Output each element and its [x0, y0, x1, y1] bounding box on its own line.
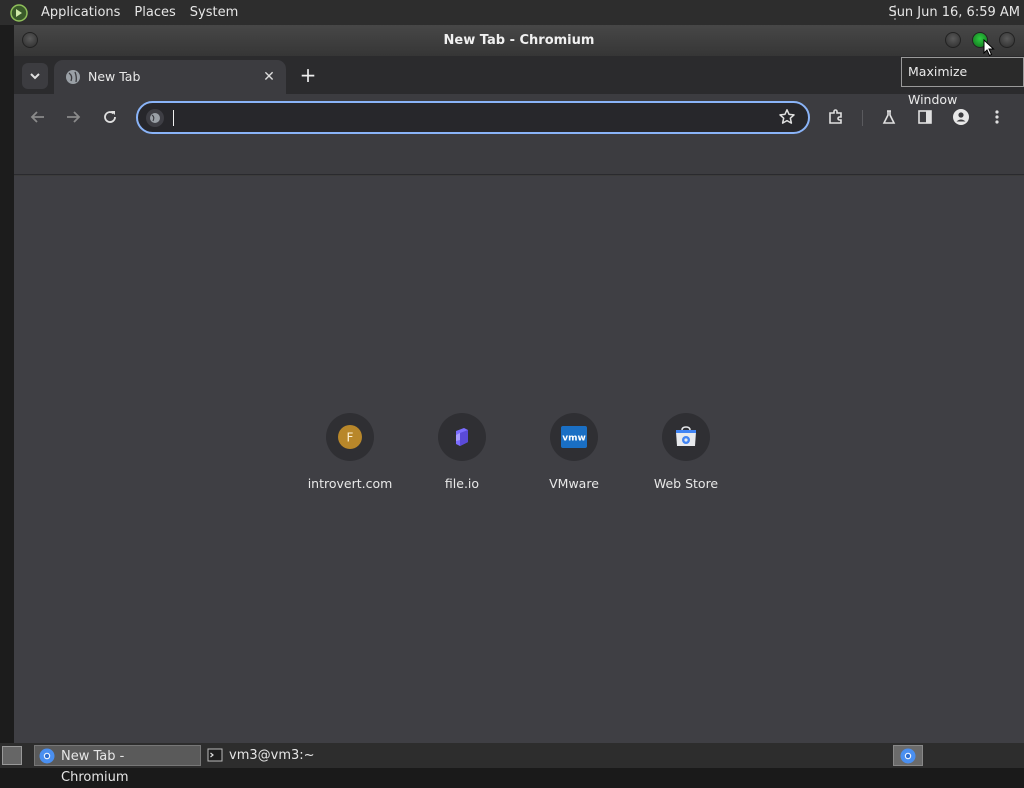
toolbar-separator	[862, 110, 863, 126]
kebab-menu-icon	[995, 110, 999, 124]
shortcut-icon-container: F	[326, 413, 374, 461]
arrow-left-icon	[30, 111, 44, 123]
tab-new-tab[interactable]: New Tab ✕	[54, 60, 286, 94]
web-store-icon	[676, 426, 696, 446]
bookmark-star-icon[interactable]	[778, 108, 796, 130]
shortcut-icon-container: vmw	[550, 413, 598, 461]
puzzle-icon	[829, 109, 842, 124]
window-title: New Tab - Chromium	[443, 33, 595, 48]
shortcut-introvert[interactable]: F introvert.com	[300, 413, 400, 491]
maximize-tooltip: Maximize Window	[901, 57, 1024, 107]
vmware-icon: vmw	[561, 426, 587, 448]
terminal-icon	[207, 748, 223, 762]
site-info-icon[interactable]	[146, 109, 164, 127]
forward-button[interactable]	[60, 104, 86, 130]
tab-strip: New Tab ✕ +	[14, 56, 1024, 94]
shortcut-icon-container	[662, 413, 710, 461]
menu-places[interactable]: Places	[127, 0, 182, 25]
text-caret	[173, 110, 174, 126]
svg-text:vmw: vmw	[562, 434, 586, 444]
shortcut-vmware[interactable]: vmw VMware	[524, 413, 624, 491]
show-desktop-button[interactable]	[2, 746, 22, 765]
tab-search-button[interactable]	[22, 63, 48, 89]
address-input[interactable]	[172, 107, 772, 129]
chromium-icon	[39, 748, 55, 764]
reload-button[interactable]	[97, 104, 123, 130]
menu-system[interactable]: System	[183, 0, 245, 25]
globe-icon	[66, 70, 80, 84]
browser-toolbar	[14, 94, 1024, 140]
chromium-window: New Tab - Chromium New Tab ✕ + F introve…	[14, 25, 1024, 743]
shortcut-label: file.io	[444, 476, 480, 491]
reload-icon	[104, 111, 116, 123]
tray-chromium-icon[interactable]	[893, 745, 923, 766]
tab-close-icon[interactable]: ✕	[260, 68, 278, 86]
bookmarks-bar	[14, 140, 1024, 175]
chevron-down-icon	[30, 73, 40, 80]
chrome-menu-button[interactable]	[984, 104, 1010, 130]
menu-applications[interactable]: Applications	[34, 0, 127, 25]
letter-f-icon: F	[338, 425, 362, 449]
shortcut-label: introvert.com	[307, 476, 393, 491]
task-label: New Tab - Chromium	[61, 749, 129, 785]
address-bar[interactable]	[136, 101, 810, 134]
close-window-button[interactable]	[999, 32, 1015, 48]
desktop-background	[0, 25, 14, 743]
tab-title: New Tab	[88, 69, 141, 84]
extensions-button[interactable]	[823, 104, 849, 130]
window-titlebar[interactable]: New Tab - Chromium	[14, 25, 1024, 56]
task-chromium[interactable]: New Tab - Chromium	[34, 745, 201, 785]
top-panel: Applications Places System Sun Jun 16, 6…	[0, 0, 1024, 25]
minimize-button[interactable]	[945, 32, 961, 48]
shortcut-file-io[interactable]: file.io	[412, 413, 512, 491]
back-button[interactable]	[25, 104, 51, 130]
shortcut-label: VMware	[549, 476, 599, 491]
new-tab-page: F introvert.com file.io vmw VMware Web S…	[14, 176, 1024, 743]
new-tab-button[interactable]: +	[296, 64, 320, 88]
mouse-cursor-icon	[983, 39, 995, 57]
svg-text:F: F	[347, 431, 354, 445]
shortcut-label: Web Store	[653, 476, 719, 491]
shortcut-icon-container	[438, 413, 486, 461]
file-io-icon	[456, 428, 468, 446]
labs-button[interactable]	[876, 104, 902, 130]
shortcut-web-store[interactable]: Web Store	[636, 413, 736, 491]
window-menu-button[interactable]	[22, 32, 38, 48]
task-terminal[interactable]: vm3@vm3:~	[203, 745, 371, 766]
task-label: vm3@vm3:~	[229, 748, 315, 763]
bottom-taskbar: New Tab - Chromium vm3@vm3:~	[0, 743, 1024, 785]
clock[interactable]: Sun Jun 16, 6:59 AM	[888, 0, 1020, 25]
arrow-right-icon	[67, 111, 81, 123]
applications-logo-icon[interactable]	[8, 3, 30, 23]
flask-icon	[882, 110, 896, 124]
